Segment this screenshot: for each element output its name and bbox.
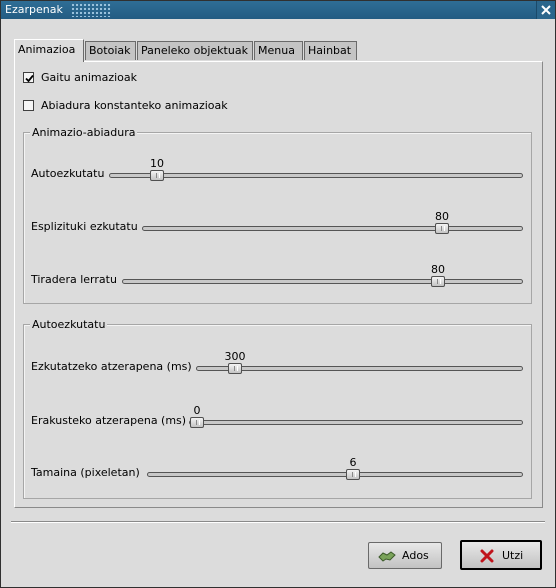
slider-value: 80 [431, 263, 445, 276]
slider-thumb[interactable] [228, 363, 242, 374]
row-label: Tiradera lerratu [31, 273, 117, 286]
slider-value: 10 [150, 157, 164, 170]
tab-hainbat[interactable]: Hainbat [304, 41, 357, 60]
checkmark-icon [25, 74, 34, 83]
explicit-hide-speed-slider[interactable]: 80 [142, 210, 523, 234]
cancel-button[interactable]: Utzi [460, 540, 542, 570]
row-label: Esplizituki ezkutatu [31, 220, 138, 233]
tab-label: Hainbat [308, 44, 352, 57]
slider-value: 300 [224, 350, 246, 363]
tab-botoiak[interactable]: Botoiak [85, 41, 136, 60]
cross-icon [480, 549, 494, 563]
tab-label: Animazioa [18, 43, 76, 56]
row-label: Autoezkutatu [31, 167, 105, 180]
window-close-button[interactable] [536, 1, 555, 19]
tab-paneleko-objektuak[interactable]: Paneleko objektuak [137, 41, 253, 60]
separator [11, 521, 545, 523]
group-title: Autoezkutatu [30, 318, 108, 331]
checkbox[interactable] [23, 100, 34, 111]
tab-animazioa[interactable]: Animazioa [14, 39, 84, 62]
row-label: Erakusteko atzerapena (ms) [31, 414, 187, 427]
titlebar-pattern [71, 3, 111, 17]
tab-label: Menua [258, 44, 295, 57]
row-label: Tamaina (pixeletan) [31, 466, 140, 479]
show-delay-slider[interactable]: 0 [189, 404, 523, 428]
hide-delay-slider[interactable]: 300 [196, 350, 523, 374]
preferences-window: Ezarpenak Animazioa Botoiak Paneleko obj… [0, 0, 556, 588]
slider-thumb[interactable] [190, 417, 204, 428]
slider-thumb[interactable] [435, 223, 449, 234]
row-label: Ezkutatzeko atzerapena (ms) [31, 360, 192, 373]
ok-button[interactable]: Ados [368, 542, 442, 569]
slider-thumb[interactable] [431, 276, 445, 287]
button-label: Ados [402, 549, 429, 562]
handshake-icon [378, 551, 396, 562]
slider-value: 80 [435, 210, 449, 223]
close-icon [541, 5, 551, 15]
button-label: Utzi [502, 549, 524, 562]
size-slider[interactable]: 6 [147, 456, 523, 480]
title-bar[interactable]: Ezarpenak [1, 1, 555, 19]
window-title: Ezarpenak [5, 3, 63, 16]
drawer-slide-speed-slider[interactable]: 80 [122, 263, 523, 287]
slider-thumb[interactable] [346, 469, 360, 480]
autohide-speed-slider[interactable]: 10 [109, 157, 523, 181]
slider-value: 6 [349, 456, 357, 469]
tab-label: Botoiak [89, 44, 131, 57]
tab-label: Paneleko objektuak [141, 44, 248, 57]
checkbox[interactable] [23, 72, 34, 83]
check-label: Gaitu animazioak [41, 71, 137, 84]
check-label: Abiadura konstanteko animazioak [41, 99, 228, 112]
slider-thumb[interactable] [150, 170, 164, 181]
slider-value: 0 [193, 404, 201, 417]
group-title: Animazio-abiadura [30, 126, 138, 139]
tab-menua[interactable]: Menua [254, 41, 303, 60]
